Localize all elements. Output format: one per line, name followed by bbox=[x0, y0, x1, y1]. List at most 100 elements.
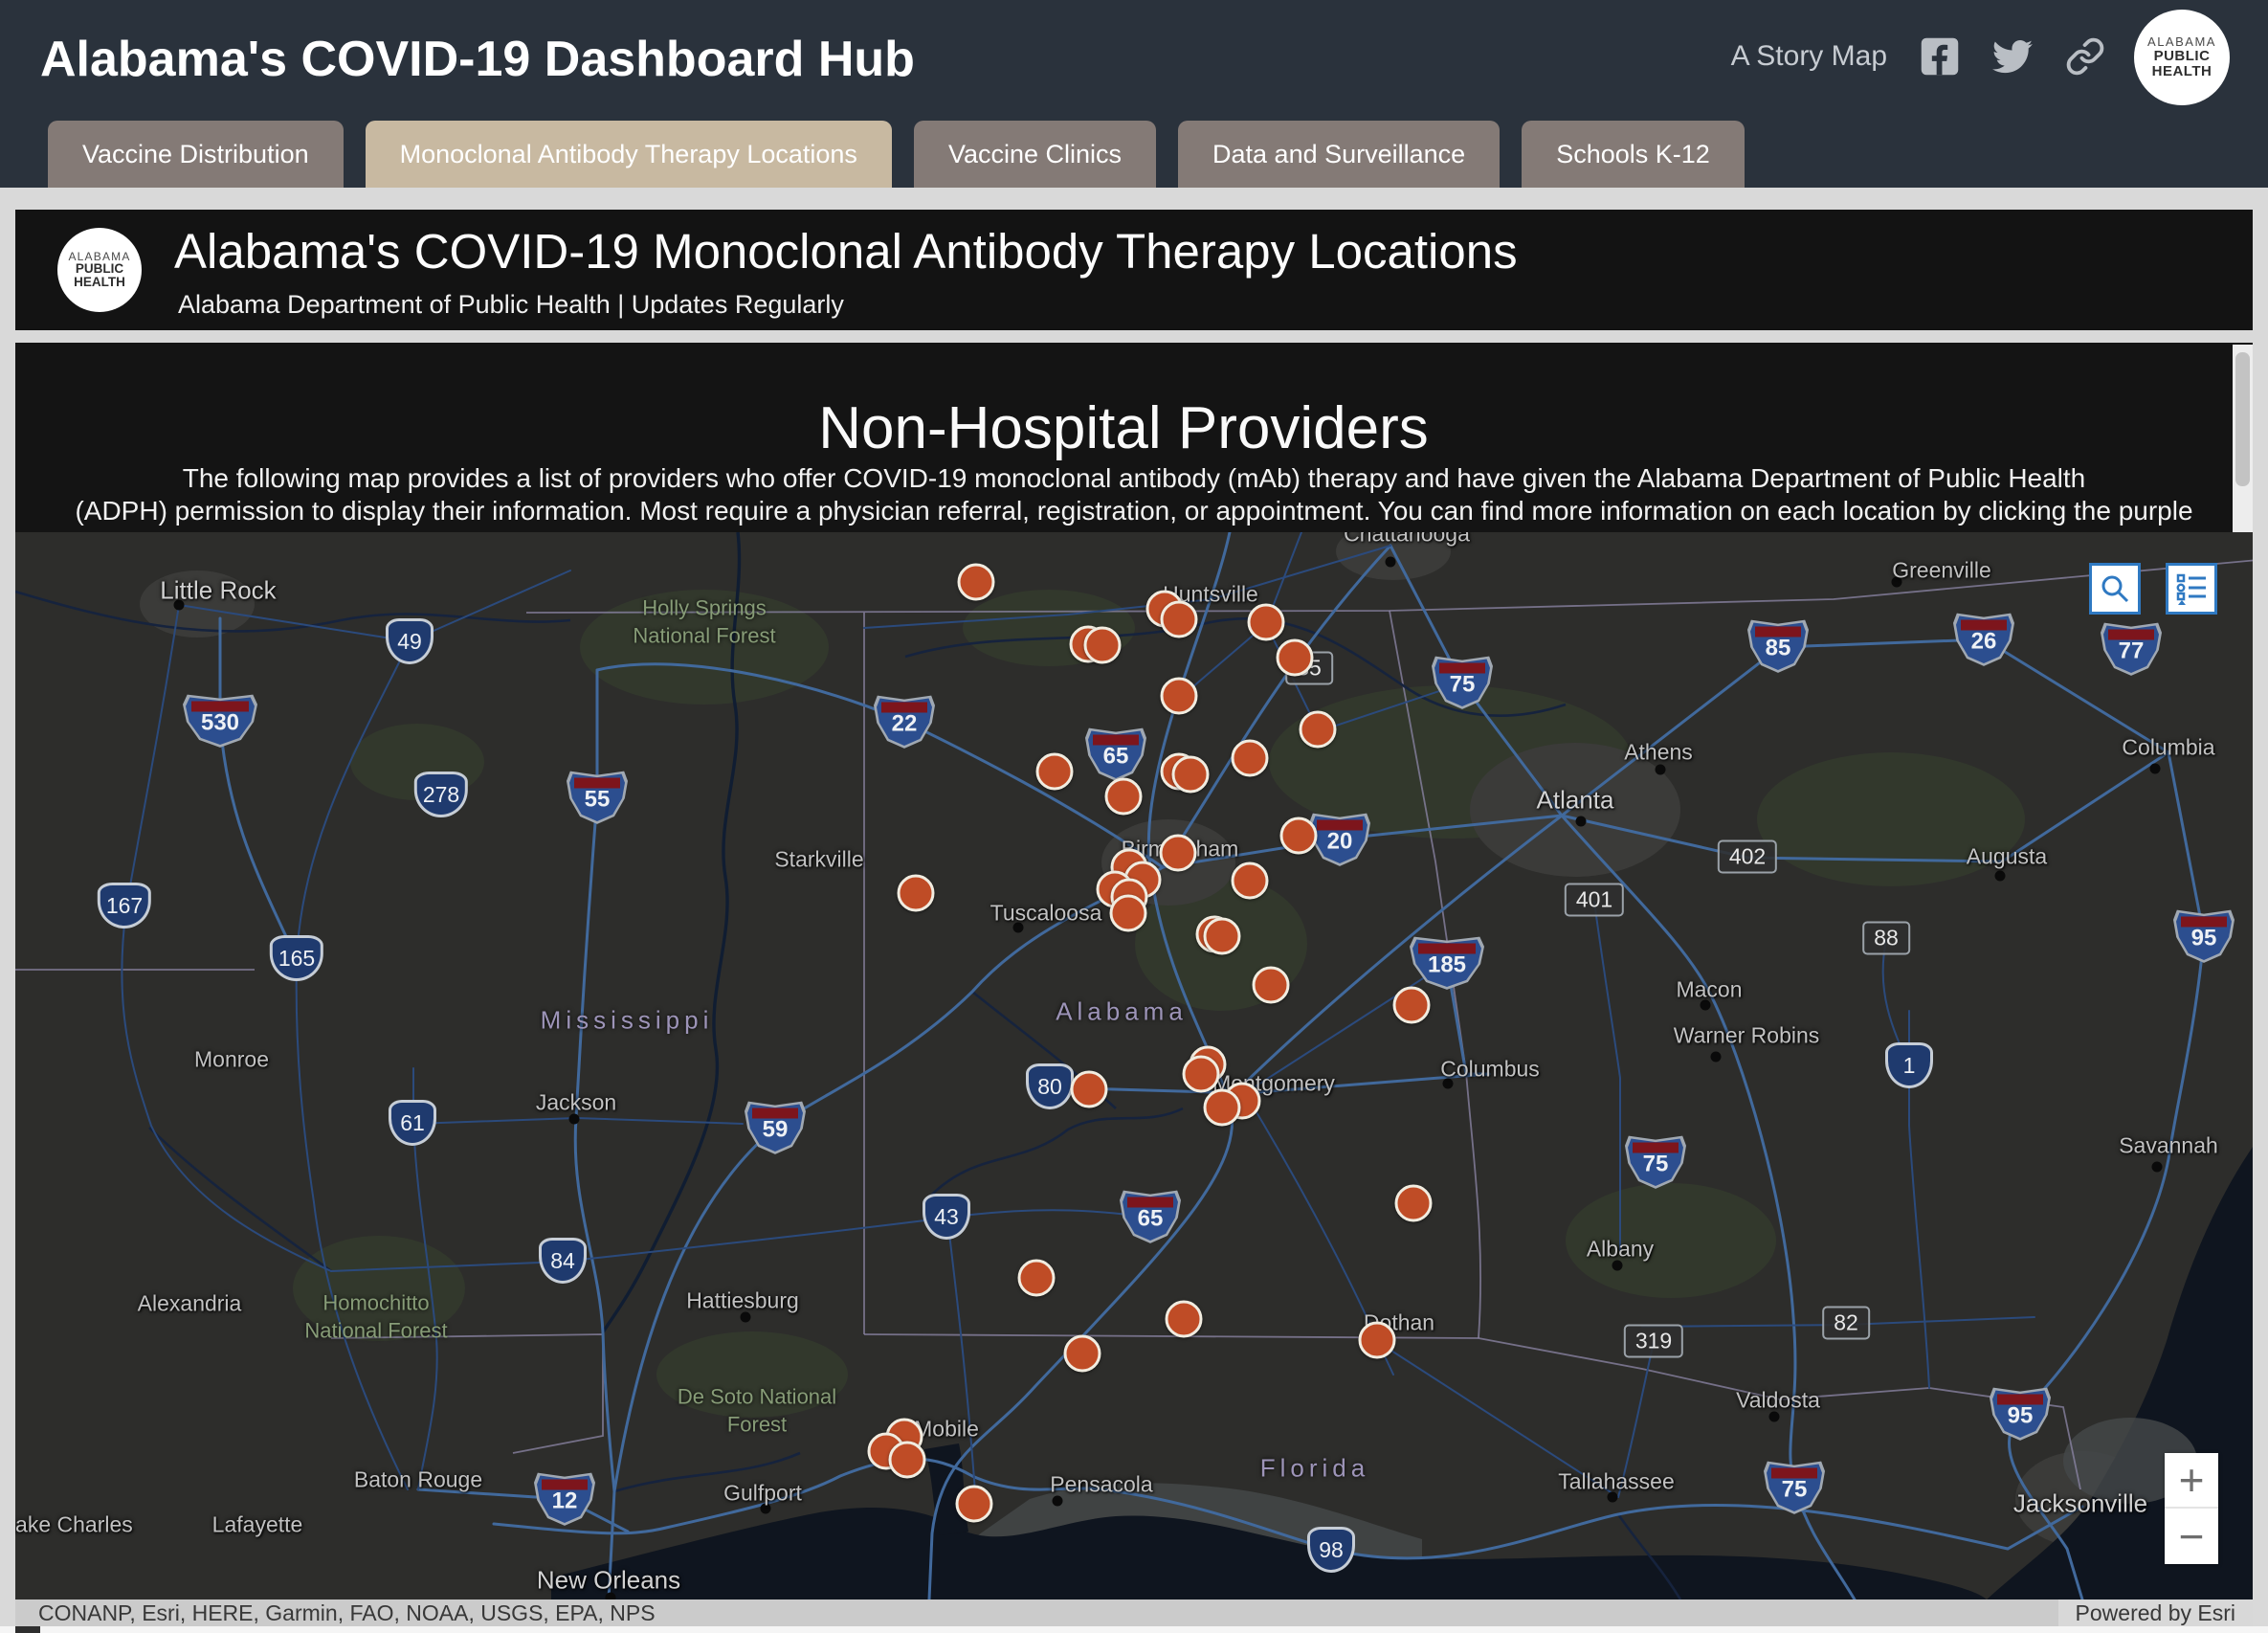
provider-location-marker[interactable] bbox=[1161, 678, 1198, 715]
interstate-shield: 55 bbox=[567, 771, 628, 825]
map-panel: Non-Hospital Providers The following map… bbox=[15, 343, 2253, 1626]
app-header: Alabama's COVID-19 Dashboard Hub A Story… bbox=[0, 0, 2268, 188]
city-label: New Orleans bbox=[537, 1566, 680, 1596]
city-label: Warner Robins bbox=[1674, 1023, 1820, 1049]
tab-vaccine-clinics[interactable]: Vaccine Clinics bbox=[914, 121, 1156, 188]
provider-location-marker[interactable] bbox=[1393, 987, 1431, 1024]
city-label: Lake Charles bbox=[15, 1512, 133, 1538]
scrollbar-thumb[interactable] bbox=[2235, 352, 2250, 486]
state-label: Mississippi bbox=[541, 1006, 714, 1036]
interstate-shield: 26 bbox=[1953, 613, 2014, 667]
provider-location-marker[interactable] bbox=[1183, 1056, 1220, 1093]
provider-location-marker[interactable] bbox=[1253, 967, 1290, 1004]
state-route-shield: 401 bbox=[1565, 884, 1624, 917]
forest-label: De Soto National Forest bbox=[678, 1383, 836, 1438]
provider-location-marker[interactable] bbox=[898, 875, 935, 912]
interstate-shield: 20 bbox=[1309, 813, 1370, 867]
tab-vaccine-distribution[interactable]: Vaccine Distribution bbox=[48, 121, 344, 188]
state-route-shield: 402 bbox=[1718, 840, 1777, 874]
city-label: Atlanta bbox=[1537, 786, 1614, 816]
provider-location-marker[interactable] bbox=[1110, 895, 1147, 932]
provider-location-marker[interactable] bbox=[1166, 1301, 1203, 1338]
provider-location-marker[interactable] bbox=[1232, 862, 1269, 900]
attribution-sources: CONANP, Esri, HERE, Garmin, FAO, NOAA, U… bbox=[15, 1600, 656, 1626]
interstate-shield: 65 bbox=[1085, 727, 1146, 782]
link-icon[interactable] bbox=[2065, 36, 2105, 77]
city-label: Columbus bbox=[1440, 1057, 1540, 1083]
interstate-shield: 59 bbox=[745, 1101, 806, 1155]
state-route-shield: 88 bbox=[1862, 922, 1910, 955]
interstate-shield: 75 bbox=[1764, 1461, 1825, 1515]
city-label: Lafayette bbox=[212, 1512, 303, 1538]
provider-location-marker[interactable] bbox=[1395, 1185, 1433, 1222]
provider-location-marker[interactable] bbox=[1359, 1322, 1396, 1359]
interstate-shield: 530 bbox=[183, 694, 257, 749]
provider-location-marker[interactable] bbox=[1277, 639, 1314, 677]
provider-location-marker[interactable] bbox=[1064, 1335, 1101, 1373]
city-dot bbox=[2152, 1162, 2163, 1173]
legend-button[interactable] bbox=[2166, 563, 2217, 615]
interstate-shield: 95 bbox=[2173, 909, 2235, 964]
tab-bar: Vaccine Distribution Monoclonal Antibody … bbox=[48, 121, 1745, 188]
city-label: Monroe bbox=[194, 1047, 269, 1073]
map-heading: Non-Hospital Providers bbox=[15, 394, 2232, 462]
provider-location-marker[interactable] bbox=[1232, 740, 1269, 777]
tab-data-and-surveillance[interactable]: Data and Surveillance bbox=[1178, 121, 1500, 188]
story-title: Alabama's COVID-19 Monoclonal Antibody T… bbox=[174, 223, 1518, 280]
us-route-shield: 98 bbox=[1307, 1527, 1355, 1573]
provider-location-marker[interactable] bbox=[956, 1486, 993, 1523]
us-route-shield: 43 bbox=[923, 1194, 970, 1240]
city-label: Gulfport bbox=[723, 1481, 802, 1507]
provider-location-marker[interactable] bbox=[1105, 778, 1143, 816]
provider-location-marker[interactable] bbox=[1204, 1089, 1241, 1127]
city-label: Albany bbox=[1587, 1237, 1654, 1263]
interstate-shield: 185 bbox=[1410, 936, 1484, 991]
facebook-icon[interactable] bbox=[1920, 36, 1960, 77]
tab-monoclonal-antibody-therapy-locations[interactable]: Monoclonal Antibody Therapy Locations bbox=[366, 121, 892, 188]
city-dot bbox=[1995, 871, 2006, 882]
city-dot bbox=[2150, 764, 2161, 774]
zoom-in-button[interactable]: + bbox=[2165, 1453, 2218, 1509]
provider-location-marker[interactable] bbox=[889, 1442, 926, 1479]
city-label: Athens bbox=[1624, 740, 1693, 766]
search-icon bbox=[2099, 572, 2131, 605]
twitter-icon[interactable] bbox=[1992, 36, 2033, 77]
tab-schools-k-12[interactable]: Schools K-12 bbox=[1522, 121, 1745, 188]
adph-logo[interactable]: ALABAMA PUBLIC HEALTH bbox=[2134, 10, 2230, 105]
city-dot bbox=[1576, 816, 1587, 827]
provider-location-marker[interactable] bbox=[958, 564, 995, 601]
provider-location-marker[interactable] bbox=[1071, 1071, 1108, 1108]
state-route-shield: 82 bbox=[1822, 1307, 1870, 1340]
provider-location-marker[interactable] bbox=[1036, 753, 1074, 791]
interstate-shield: 75 bbox=[1625, 1135, 1686, 1190]
provider-location-marker[interactable] bbox=[1160, 835, 1197, 872]
city-dot bbox=[1656, 765, 1666, 775]
map-canvas[interactable]: MississippiAlabamaFloridaHolly Springs N… bbox=[15, 532, 2253, 1599]
city-label: Mobile bbox=[914, 1417, 979, 1443]
state-route-shield: 319 bbox=[1624, 1325, 1683, 1358]
interstate-shield: 85 bbox=[1747, 619, 1809, 674]
zoom-out-button[interactable]: − bbox=[2165, 1509, 2218, 1564]
search-button[interactable] bbox=[2089, 563, 2141, 615]
provider-location-marker[interactable] bbox=[1018, 1260, 1056, 1297]
page: Alabama's COVID-19 Dashboard Hub A Story… bbox=[0, 0, 2268, 1633]
state-label: Alabama bbox=[1056, 997, 1188, 1027]
state-label: Florida bbox=[1260, 1454, 1369, 1484]
provider-location-marker[interactable] bbox=[1204, 918, 1241, 955]
city-label: Greenville bbox=[1892, 558, 1991, 584]
us-route-shield: 49 bbox=[386, 618, 434, 664]
scrollbar-track[interactable] bbox=[2233, 345, 2253, 532]
provider-location-marker[interactable] bbox=[1084, 627, 1122, 664]
powered-by-esri[interactable]: Powered by Esri bbox=[2058, 1599, 2253, 1626]
provider-location-marker[interactable] bbox=[1300, 711, 1337, 749]
page-bottom-strip bbox=[0, 1626, 2268, 1633]
us-route-shield: 84 bbox=[539, 1238, 587, 1284]
legend-icon bbox=[2174, 571, 2209, 606]
city-label: Jackson bbox=[536, 1090, 616, 1116]
provider-location-marker[interactable] bbox=[1161, 601, 1198, 638]
provider-location-marker[interactable] bbox=[1248, 604, 1285, 641]
city-label: Macon bbox=[1676, 977, 1742, 1003]
story-map-label[interactable]: A Story Map bbox=[1731, 40, 1887, 73]
provider-location-marker[interactable] bbox=[1172, 756, 1210, 794]
provider-location-marker[interactable] bbox=[1280, 817, 1318, 855]
